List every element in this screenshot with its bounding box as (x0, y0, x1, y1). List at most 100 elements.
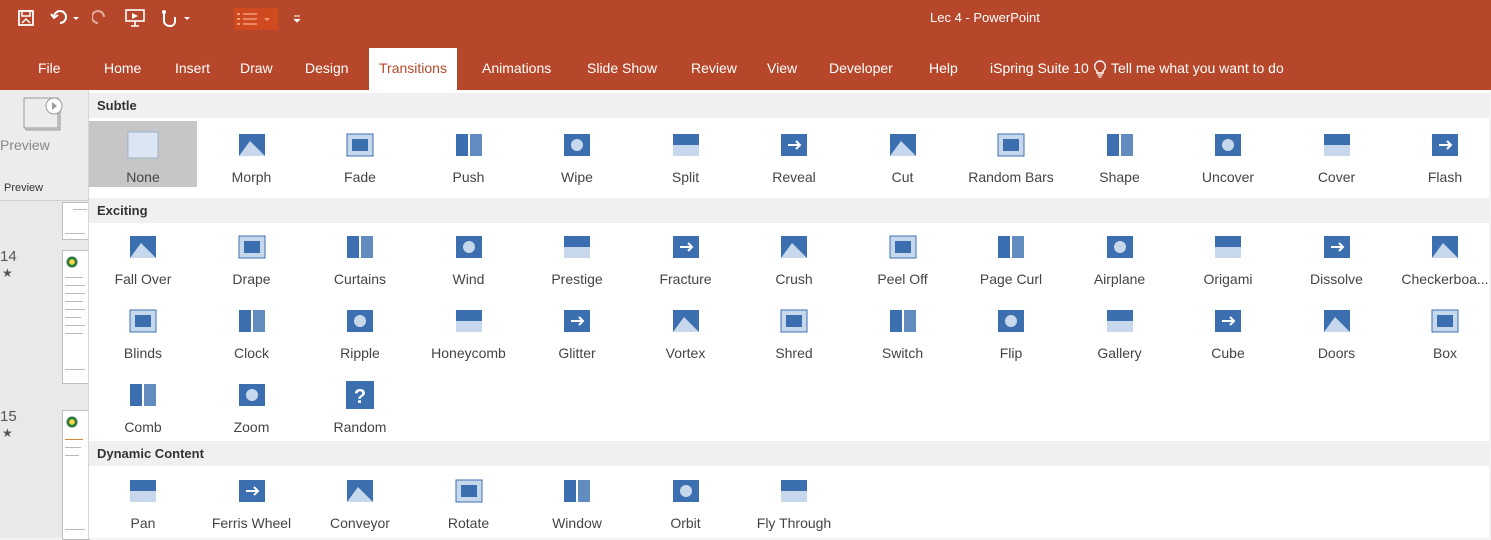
tab-review[interactable]: Review (691, 48, 737, 90)
wind-transition-icon (453, 231, 485, 263)
transition-flip[interactable]: Flip (957, 297, 1065, 363)
random-bars-transition-icon (995, 129, 1027, 161)
transition-dissolve[interactable]: Dissolve (1283, 223, 1391, 289)
glitter-transition-icon (561, 305, 593, 337)
save-icon[interactable] (16, 8, 36, 30)
bullets-icon[interactable] (234, 8, 278, 30)
transition-label: Rotate (447, 515, 490, 531)
orbit-transition-icon (670, 475, 702, 507)
shred-transition-icon (778, 305, 810, 337)
transition-origami[interactable]: Origami (1174, 223, 1282, 289)
preview-button[interactable] (22, 96, 66, 141)
transition-switch[interactable]: Switch (849, 297, 957, 363)
transition-airplane[interactable]: Airplane (1066, 223, 1174, 289)
transition-window[interactable]: Window (523, 467, 631, 533)
preview-group: Preview Preview (0, 90, 88, 201)
transition-drape[interactable]: Drape (198, 223, 306, 289)
transition-shape[interactable]: Shape (1066, 121, 1174, 187)
split-transition-icon (670, 129, 702, 161)
transition-prestige[interactable]: Prestige (523, 223, 631, 289)
thumb-line (65, 325, 85, 326)
transition-label: Conveyor (330, 515, 390, 531)
tab-developer[interactable]: Developer (829, 48, 893, 90)
transition-reveal[interactable]: Reveal (740, 121, 848, 187)
transition-cube[interactable]: Cube (1174, 297, 1282, 363)
transition-cut[interactable]: Cut (849, 121, 957, 187)
slide-thumbnail[interactable] (62, 410, 90, 540)
transition-label: Vortex (665, 345, 706, 361)
transition-ferris-wheel[interactable]: Ferris Wheel (198, 467, 306, 533)
uncover-transition-icon (1212, 129, 1244, 161)
transition-label: Blinds (123, 345, 163, 361)
curtains-transition-icon (344, 231, 376, 263)
tab-ispring[interactable]: iSpring Suite 10 (990, 48, 1089, 90)
transition-none[interactable]: None (89, 121, 197, 187)
slide-thumbnail[interactable] (62, 202, 90, 240)
transition-fracture[interactable]: Fracture (632, 223, 740, 289)
transition-label: Shred (775, 345, 813, 361)
transition-checkerboa[interactable]: Checkerboa... (1391, 223, 1491, 289)
tab-transitions[interactable]: Transitions (369, 48, 457, 90)
transition-peel-off[interactable]: Peel Off (849, 223, 957, 289)
transition-label: Shape (1099, 169, 1140, 185)
transition-label: Peel Off (877, 271, 928, 287)
transition-cover[interactable]: Cover (1283, 121, 1391, 187)
slide-star-icon: ★ (2, 426, 13, 440)
tab-help[interactable]: Help (929, 48, 958, 90)
transition-pan[interactable]: Pan (89, 467, 197, 533)
undo-icon[interactable] (50, 8, 80, 30)
transition-fade[interactable]: Fade (306, 121, 414, 187)
transition-vortex[interactable]: Vortex (632, 297, 740, 363)
transition-honeycomb[interactable]: Honeycomb (415, 297, 523, 363)
transition-gallery[interactable]: Gallery (1066, 297, 1174, 363)
transition-ripple[interactable]: Ripple (306, 297, 414, 363)
transition-shred[interactable]: Shred (740, 297, 848, 363)
tab-draw[interactable]: Draw (240, 48, 273, 90)
title-bar: Lec 4 - PowerPoint (0, 0, 1491, 38)
from-beginning-icon[interactable] (124, 8, 146, 30)
transition-glitter[interactable]: Glitter (523, 297, 631, 363)
transition-wind[interactable]: Wind (415, 223, 523, 289)
slide-star-icon: ★ (2, 266, 13, 280)
transition-fall-over[interactable]: Fall Over (89, 223, 197, 289)
transition-morph[interactable]: Morph (198, 121, 306, 187)
tab-insert[interactable]: Insert (175, 48, 210, 90)
transition-flash[interactable]: Flash (1391, 121, 1491, 187)
ribbon-tabs: File Home Insert Draw Design Transitions… (0, 38, 1491, 90)
transition-box[interactable]: Box (1391, 297, 1491, 363)
tab-view[interactable]: View (767, 48, 797, 90)
transition-doors[interactable]: Doors (1283, 297, 1391, 363)
transition-split[interactable]: Split (632, 121, 740, 187)
transition-push[interactable]: Push (415, 121, 523, 187)
transition-page-curl[interactable]: Page Curl (957, 223, 1065, 289)
transition-random[interactable]: ? Random (306, 371, 414, 437)
tab-design[interactable]: Design (305, 48, 349, 90)
transition-label: Cube (1211, 345, 1245, 361)
customize-qat-icon[interactable] (292, 8, 302, 30)
transition-zoom[interactable]: Zoom (198, 371, 306, 437)
transition-uncover[interactable]: Uncover (1174, 121, 1282, 187)
page-curl-transition-icon (995, 231, 1027, 263)
transition-clock[interactable]: Clock (198, 297, 306, 363)
slide-thumbnail[interactable] (62, 250, 90, 384)
transition-conveyor[interactable]: Conveyor (306, 467, 414, 533)
tab-file[interactable]: File (38, 48, 61, 90)
transition-blinds[interactable]: Blinds (89, 297, 197, 363)
transition-fly-through[interactable]: Fly Through (740, 467, 848, 533)
transition-random-bars[interactable]: Random Bars (957, 121, 1065, 187)
transition-label: Reveal (772, 169, 816, 185)
transition-curtains[interactable]: Curtains (306, 223, 414, 289)
touch-mode-icon[interactable] (158, 8, 192, 30)
transition-rotate[interactable]: Rotate (415, 467, 523, 533)
tab-slide-show[interactable]: Slide Show (587, 48, 657, 90)
tab-home[interactable]: Home (104, 48, 141, 90)
transition-label: Push (452, 169, 485, 185)
redo-icon[interactable] (91, 8, 108, 30)
transition-crush[interactable]: Crush (740, 223, 848, 289)
transition-comb[interactable]: Comb (89, 371, 197, 437)
transition-wipe[interactable]: Wipe (523, 121, 631, 187)
gallery-transition-icon (1104, 305, 1136, 337)
tab-animations[interactable]: Animations (482, 48, 551, 90)
tell-me-box[interactable]: Tell me what you want to do (1093, 48, 1284, 90)
transition-orbit[interactable]: Orbit (632, 467, 740, 533)
